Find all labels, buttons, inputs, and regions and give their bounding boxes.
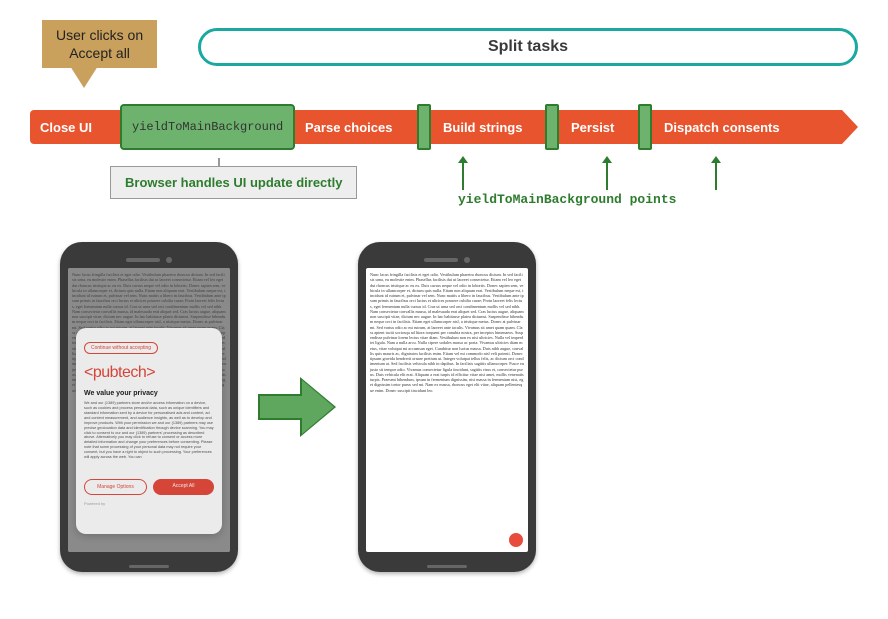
phone-after: Nunc lacus fringilla facilisis et eget o… [358,242,536,572]
page-content-text: Nunc lacus fringilla facilisis et eget o… [366,268,528,552]
segment-persist: Persist [561,110,636,144]
split-tasks-label: Split tasks [488,38,568,56]
yield-tick-1 [415,110,433,144]
segment-close-ui: Close UI [30,110,120,144]
segment-parse-choices: Parse choices [295,110,415,144]
user-action-callout: User clicks on Accept all [42,20,157,68]
split-tasks-pill: Split tasks [198,28,858,66]
browser-handles-note: Browser handles UI update directly [110,166,357,199]
home-indicator [129,565,169,568]
yield-tick-2 [543,110,561,144]
yield-arrow-2 [606,162,608,190]
callout-line1: User clicks on [56,27,143,43]
home-indicator [427,565,467,568]
phone-before: Nunc lacus fringilla facilisis et eget o… [60,242,238,572]
timeline: Close UI yieldToMainBackground Parse cho… [30,110,858,150]
consent-dialog: Continue without accepting <pubtech> We … [76,328,222,534]
callout-line2: Accept all [69,45,130,61]
segment-yield-main: yieldToMainBackground [120,104,295,150]
accept-all-button[interactable]: Accept All [153,479,214,495]
fab-icon[interactable] [509,533,523,547]
callout-tail [70,66,98,88]
manage-options-button[interactable]: Manage Options [84,479,147,495]
continue-without-button[interactable]: Continue without accepting [84,342,158,354]
segment-build-strings: Build strings [433,110,543,144]
yield-arrow-1 [462,162,464,190]
yield-arrow-3 [715,162,717,190]
segment-dispatch: Dispatch consents [654,110,842,144]
timeline-arrowhead [842,110,858,144]
pubtech-logo: <pubtech> [84,364,214,382]
transition-arrow-icon [258,382,338,432]
yield-tick-3 [636,110,654,144]
powered-by-label: Powered by [84,501,214,506]
consent-title: We value your privacy [84,390,214,397]
consent-body: We and our (1389) partners store and/or … [84,401,214,471]
browser-note-connector [218,158,220,166]
yield-points-label: yieldToMainBackground points [458,192,676,207]
